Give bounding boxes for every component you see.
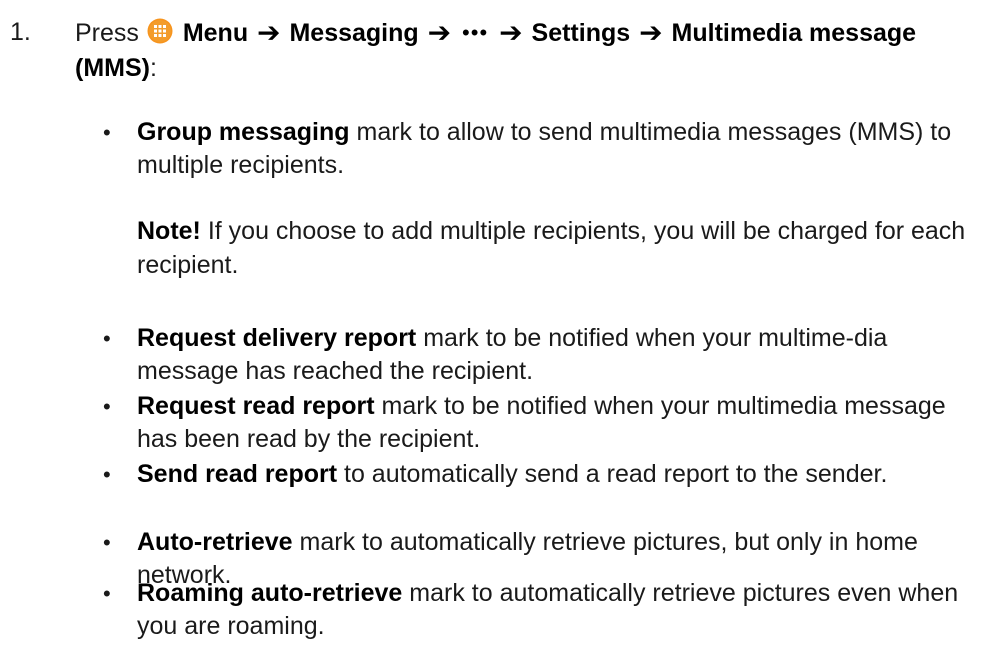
arrow-right-icon: ➔ — [427, 17, 452, 48]
step-body: Press Menu ➔ Messaging ➔ ••• ➔ Settings … — [75, 15, 980, 86]
document-page: 1. Press Menu ➔ Messaging ➔ ••• ➔ Settin… — [0, 0, 988, 649]
option-description: to automatically send a read report to t… — [337, 460, 888, 488]
menu-apps-icon — [147, 18, 173, 44]
option-name: Auto-retrieve — [137, 528, 293, 556]
bullet: • — [103, 530, 111, 555]
list-item-text: Roaming auto-retrieve mark to automatica… — [137, 577, 972, 643]
messaging-label: Messaging — [289, 19, 419, 47]
list-item-text: Request delivery report mark to be notif… — [137, 322, 972, 388]
bullet: • — [103, 394, 111, 419]
list-item-text: Send read report to automatically send a… — [137, 458, 972, 491]
more-options-icon: ••• — [462, 20, 489, 45]
list-item-text: Request read report mark to be notified … — [137, 390, 972, 456]
note-text: If you choose to add multiple recipients… — [137, 217, 966, 279]
bullet: • — [103, 326, 111, 351]
step-number: 1. — [10, 18, 31, 46]
option-name: Roaming auto-retrieve — [137, 579, 403, 607]
arrow-right-icon: ➔ — [499, 17, 523, 48]
option-name: Request read report — [137, 392, 375, 420]
arrow-right-icon: ➔ — [639, 17, 663, 48]
note-paragraph: Note! If you choose to add multiple reci… — [137, 214, 972, 282]
menu-label: Menu — [182, 19, 249, 47]
bullet: • — [103, 462, 111, 487]
colon: : — [149, 54, 157, 82]
note-label: Note! — [137, 217, 201, 245]
option-name: Request delivery report — [137, 324, 417, 352]
arrow-right-icon: ➔ — [257, 17, 281, 48]
press-text: Press — [75, 19, 139, 47]
list-item-text: Group messaging mark to allow to send mu… — [137, 116, 972, 182]
option-name: Group messaging — [137, 118, 350, 146]
bullet: • — [103, 581, 111, 606]
bullet: • — [103, 120, 111, 145]
option-name: Send read report — [137, 460, 338, 488]
settings-label: Settings — [531, 19, 631, 47]
